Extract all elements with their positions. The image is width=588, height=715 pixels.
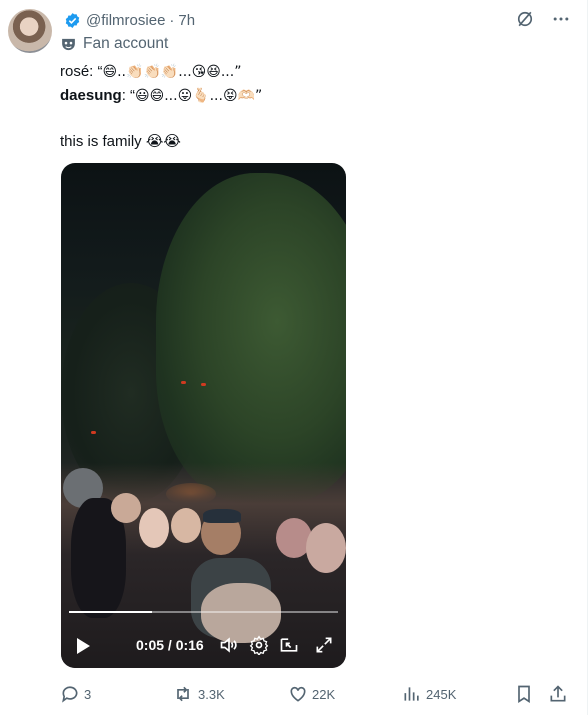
tweet-line-1: rosé: “😄..👏🏻👏🏻👏🏻...😘😆...” [60,60,560,84]
fan-account-label[interactable]: Fan account [60,35,168,53]
video-red-light [181,381,186,384]
volume-icon[interactable] [219,635,239,655]
avatar[interactable] [8,9,52,53]
tweet-text: rosé: “😄..👏🏻👏🏻👏🏻...😘😆...” daesung: “😃😄..… [60,60,560,153]
top-right-actions [514,8,572,30]
rose-emojis: 😄..👏🏻👏🏻👏🏻...😘😆...” [102,64,242,80]
reply-count: 3 [84,686,92,702]
views-count: 245K [426,686,457,702]
fan-account-text: Fan account [83,35,169,52]
fan-mask-icon [62,38,75,50]
video-person [171,508,201,543]
more-icon[interactable] [550,8,572,30]
grok-icon[interactable] [514,8,536,30]
repost-icon [177,686,189,702]
tweet-line-3: this is family 😭😭 [60,133,181,150]
video-person [111,493,141,523]
video-person [306,523,346,573]
video-progress-fill [69,611,153,613]
video-tree [156,173,346,503]
share-button[interactable] [548,682,572,706]
bookmark-icon [518,685,530,704]
video-person [139,508,169,548]
video-red-light [91,431,96,434]
like-icon [290,686,306,702]
repost-button[interactable]: 3.3K [172,682,225,706]
play-icon[interactable] [75,637,91,655]
share-icon [550,685,566,702]
reply-icon [62,686,78,703]
video-time: 0:05 / 0:16 [136,637,204,653]
like-button[interactable]: 22K [288,682,335,706]
video-person [203,509,241,523]
daesung-name: daesung [60,87,122,104]
video-controls: 0:05 / 0:16 [61,633,346,659]
bookmark-button[interactable] [514,682,538,706]
views-icon [404,687,419,701]
video-red-light [201,383,206,386]
tweet-actions: 3 3.3K 22K 245K [60,682,575,706]
views-button[interactable]: 245K [402,682,456,706]
tweet-header: @filmrosiee · 7h [64,10,195,30]
video-player[interactable]: 0:05 / 0:16 [61,163,346,668]
header-separator: · [169,11,175,29]
video-progress-bar[interactable] [69,611,338,613]
repost-count: 3.3K [198,686,225,702]
fullscreen-icon[interactable] [314,635,334,655]
reply-button[interactable]: 3 [60,682,91,706]
verified-badge-icon [65,12,80,28]
settings-icon[interactable] [249,635,269,655]
pip-icon[interactable] [279,635,299,655]
author-handle[interactable]: @filmrosiee [86,12,165,29]
daesung-colon: : “ [121,87,136,104]
daesung-emojis: 😃😄...😛🫰🏻...😝🫶🏻” [135,88,263,104]
tweet-line-2: daesung: “😃😄...😛🫰🏻...😝🫶🏻” [60,84,560,108]
rose-prefix: rosé: “ [60,63,103,80]
post-time[interactable]: 7h [178,12,195,29]
like-count: 22K [312,686,336,702]
